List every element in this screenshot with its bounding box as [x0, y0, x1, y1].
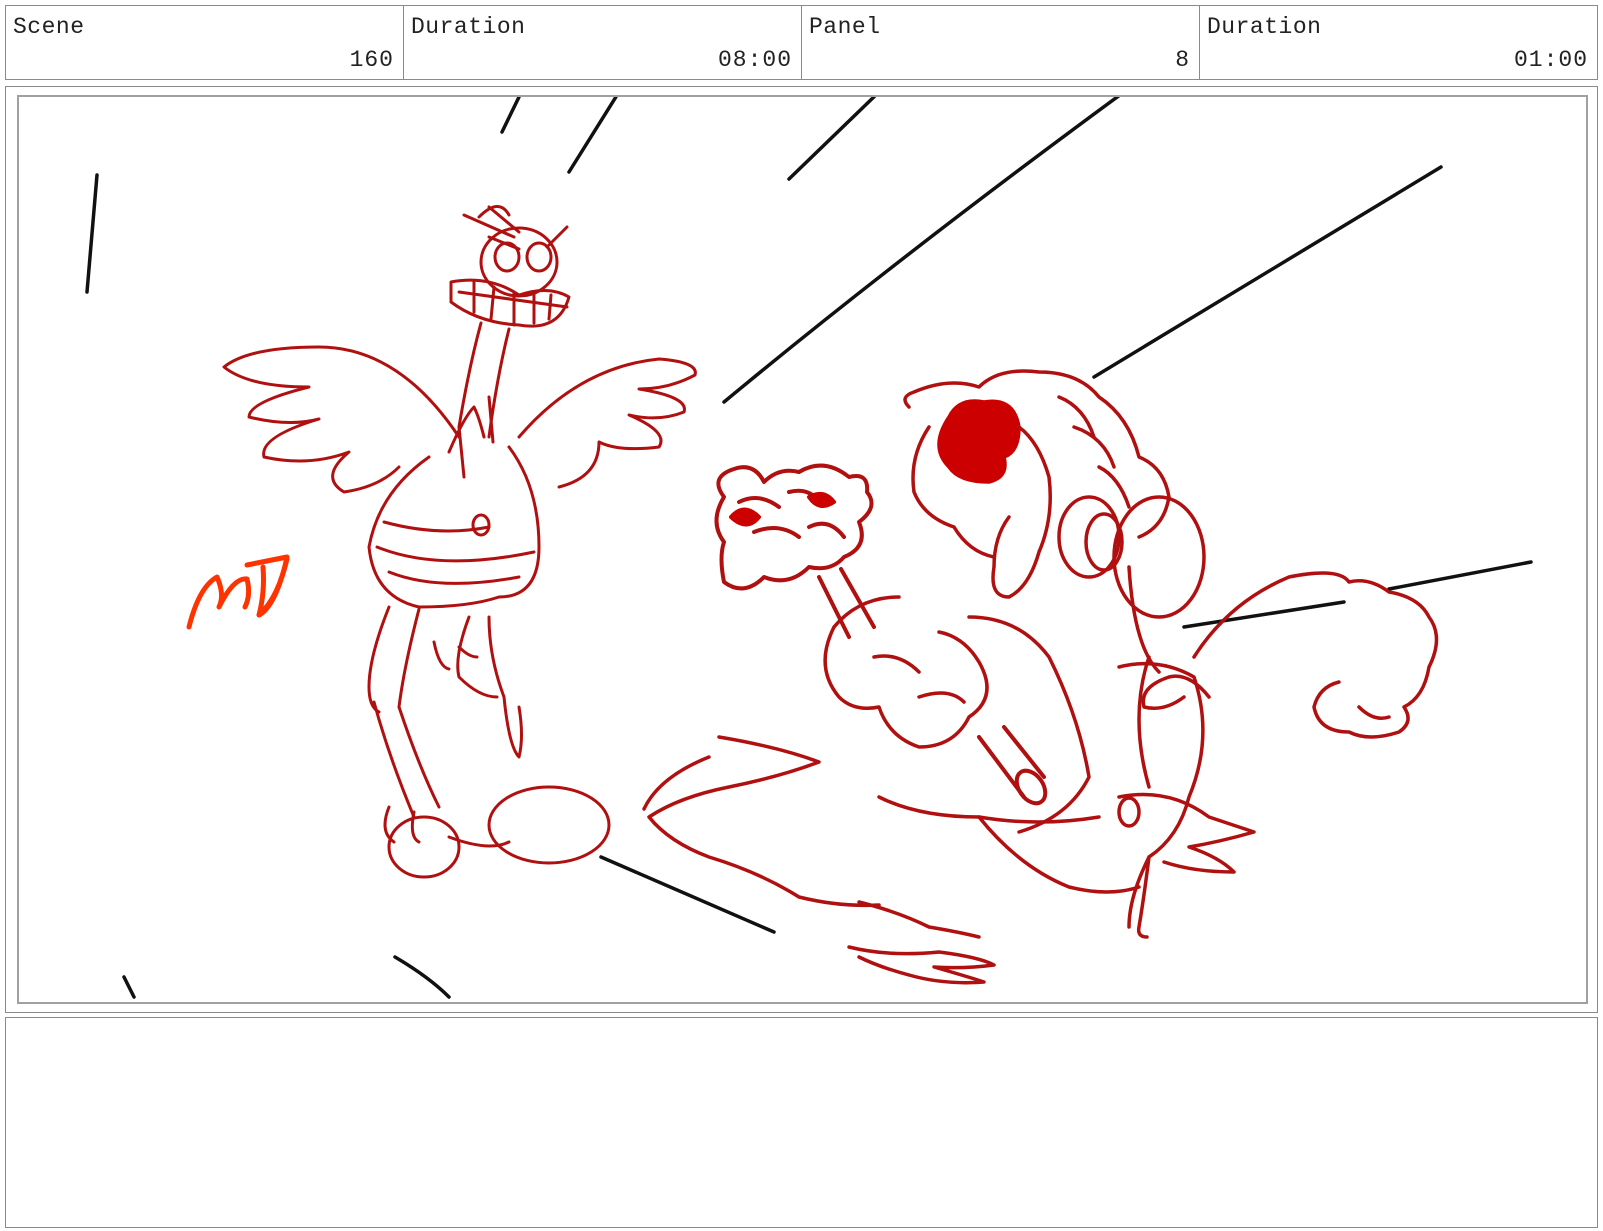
scene-duration-cell: Duration 08:00 [404, 6, 802, 79]
scene-duration-label: Duration [411, 14, 526, 40]
panel-header: Scene 160 Duration 08:00 Panel 8 Duratio… [5, 5, 1598, 80]
scepter [714, 463, 1048, 806]
scene-label: Scene [13, 14, 85, 40]
storyboard-panel-frame [5, 86, 1598, 1013]
panel-cell: Panel 8 [802, 6, 1200, 79]
panel-label: Panel [809, 14, 881, 40]
robed-figure-character [642, 369, 1439, 985]
panel-duration-cell: Duration 01:00 [1200, 6, 1597, 79]
storyboard-sketch [85, 97, 1533, 999]
scene-duration-value: 08:00 [717, 47, 792, 73]
storyboard-drawing-area[interactable] [17, 95, 1588, 1004]
panel-duration-label: Duration [1207, 14, 1322, 40]
panel-duration-value: 01:00 [1513, 47, 1588, 73]
ostrich-character [222, 205, 697, 879]
panel-number: 8 [1175, 47, 1190, 73]
scene-cell: Scene 160 [6, 6, 404, 79]
artist-signature [186, 554, 290, 630]
speed-lines [85, 97, 1533, 999]
scene-number: 160 [349, 47, 394, 73]
panel-notes-area[interactable] [5, 1017, 1598, 1228]
